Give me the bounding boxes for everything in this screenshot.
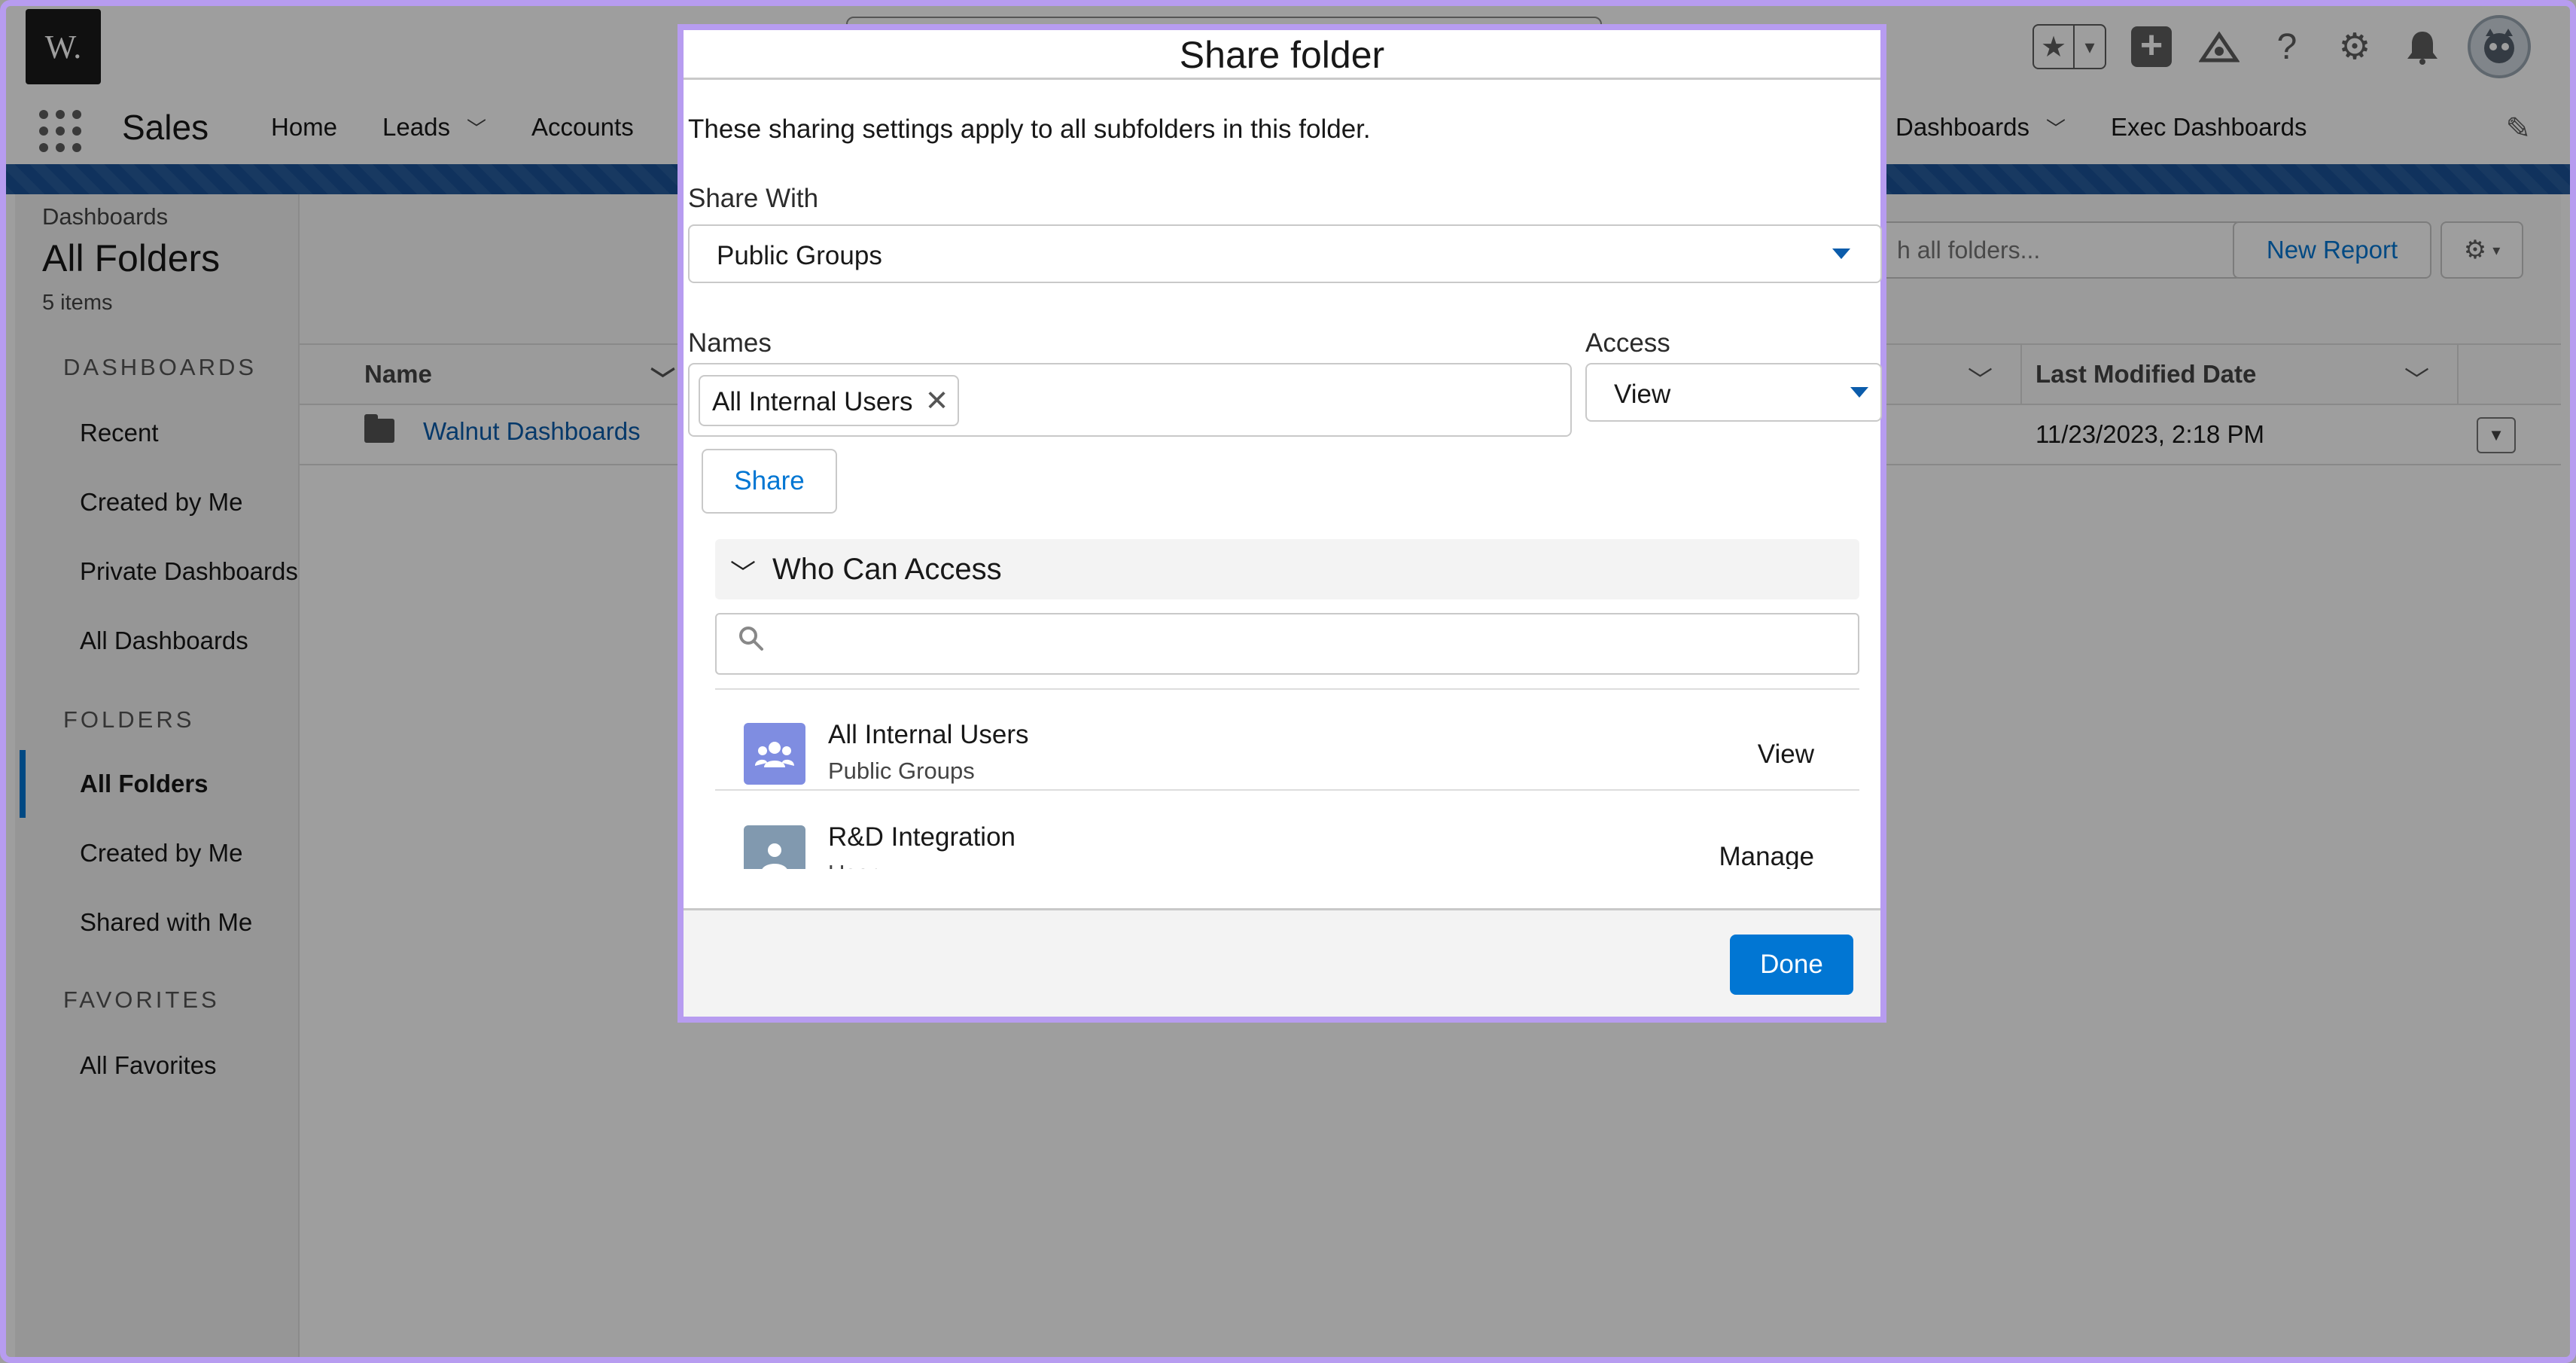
share-with-value: Public Groups xyxy=(717,241,882,270)
names-pill[interactable]: All Internal Users ✕ xyxy=(699,375,960,426)
list-item: R&D Integration User Manage xyxy=(715,792,1859,869)
access-entry-type: User xyxy=(828,860,877,869)
access-entry-name: R&D Integration xyxy=(828,822,1016,852)
who-can-access-search-input[interactable] xyxy=(715,613,1859,675)
search-icon xyxy=(738,625,765,660)
modal-description: These sharing settings apply to all subf… xyxy=(688,114,1371,144)
pill-label: All Internal Users xyxy=(712,387,913,416)
caret-down-icon xyxy=(1832,249,1850,259)
close-icon[interactable]: ✕ xyxy=(925,384,949,418)
names-input[interactable]: All Internal Users ✕ xyxy=(688,363,1572,437)
user-icon xyxy=(744,825,805,869)
who-can-access-title: Who Can Access xyxy=(772,553,1002,586)
access-select[interactable]: View xyxy=(1585,363,1882,422)
list-item: All Internal Users Public Groups View xyxy=(715,690,1859,791)
who-can-access-section-toggle[interactable]: ﹀ Who Can Access xyxy=(715,539,1859,599)
group-icon xyxy=(744,723,805,785)
access-value: View xyxy=(1614,380,1671,409)
done-button[interactable]: Done xyxy=(1730,935,1853,995)
share-button[interactable]: Share xyxy=(702,449,837,514)
names-label: Names xyxy=(688,328,772,358)
modal-footer: Done xyxy=(684,908,1880,1017)
modal-title: Share folder xyxy=(684,30,1880,80)
share-with-select[interactable]: Public Groups xyxy=(688,224,1882,283)
access-entry-type: Public Groups xyxy=(828,758,975,784)
access-entry-name: All Internal Users xyxy=(828,720,1029,749)
access-entry-level[interactable]: View xyxy=(1758,739,1814,770)
chevron-down-icon: ﹀ xyxy=(730,560,756,588)
share-with-label: Share With xyxy=(688,184,819,213)
share-folder-modal: Share folder These sharing settings appl… xyxy=(677,24,1886,1023)
caret-down-icon xyxy=(1850,387,1868,398)
access-label: Access xyxy=(1585,328,1670,358)
access-entry-level[interactable]: Manage xyxy=(1719,842,1814,869)
access-list[interactable]: All Internal Users Public Groups View R&… xyxy=(715,688,1859,869)
